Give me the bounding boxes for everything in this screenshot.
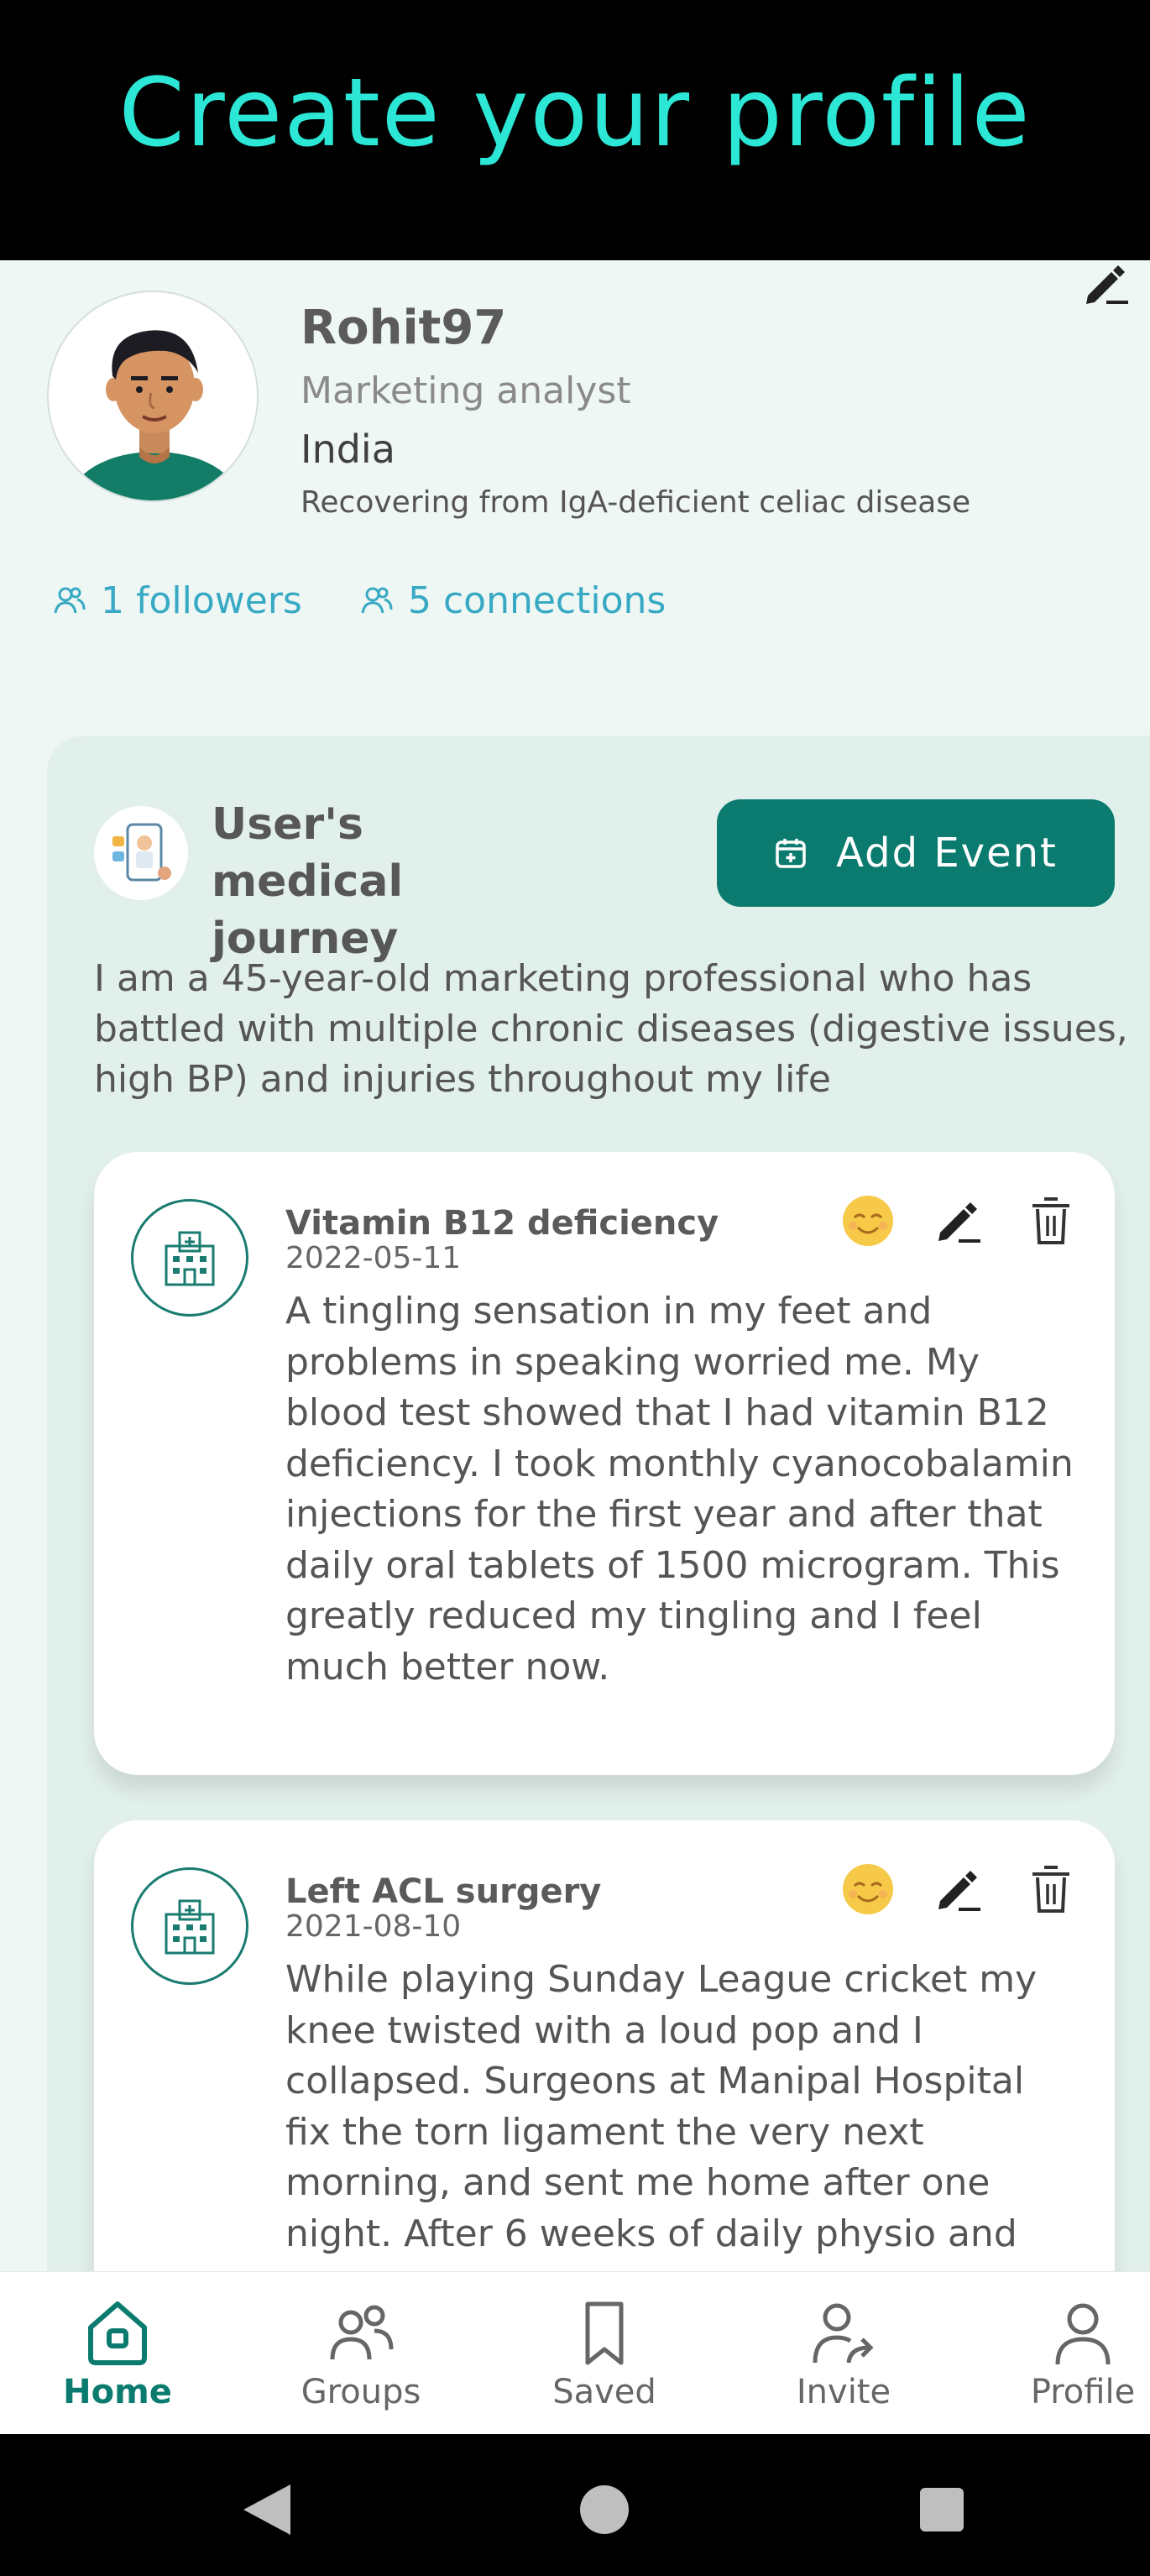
nav-invite-label: Invite [796,2373,891,2411]
nav-invite[interactable]: Invite [772,2272,915,2435]
avatar-illustration [71,330,238,500]
add-event-button[interactable]: Add Event [717,799,1115,907]
nav-profile[interactable]: Profile [1016,2272,1150,2435]
pencil-icon[interactable] [933,1864,984,1914]
add-event-label: Add Event [836,830,1058,877]
journey-title: User's medical journey [212,799,404,964]
nav-saved[interactable]: Saved [537,2272,672,2435]
trash-icon[interactable] [1027,1862,1074,1916]
recents-icon[interactable] [920,2488,964,2531]
bottom-navigation: Home Groups Saved Invite Profile [0,2271,1150,2434]
pencil-icon[interactable] [933,1196,984,1246]
home-circle-icon[interactable] [580,2485,629,2534]
back-icon[interactable] [243,2484,290,2535]
event-description: A tingling sensation in my feet and prob… [285,1290,1074,1689]
nav-profile-label: Profile [1030,2373,1136,2411]
smiley-icon[interactable] [841,1194,895,1248]
banner-title: Create your profile [118,59,1032,168]
event-card[interactable]: Left ACL surgery 2021-08-10 While playin… [94,1820,1115,2271]
profile-username: Rohit97 [301,301,507,355]
calendar-plus-icon [776,839,806,868]
smiley-icon[interactable] [841,1862,895,1916]
nav-home[interactable]: Home [59,2272,176,2435]
nav-home-label: Home [63,2373,172,2411]
journey-description: I am a 45-year-old marketing professiona… [94,957,1128,1101]
connections-count: 5 connections [408,579,666,622]
avatar[interactable] [47,291,259,502]
profile-screen: Rohit97 Marketing analyst India Recoveri… [0,260,1150,2271]
followers-link[interactable]: 1 followers [54,579,302,622]
event-date: 2022-05-11 [285,1241,462,1275]
profile-country: India [301,427,395,472]
people-icon [54,587,86,613]
profile-icon [1055,2303,1111,2365]
hospital-icon [131,1867,248,1985]
groups-icon [330,2305,394,2360]
event-title: Vitamin B12 deficiency [285,1204,719,1243]
invite-icon [813,2303,874,2364]
followers-count: 1 followers [101,579,302,622]
profile-condition: Recovering from IgA-deficient celiac dis… [301,485,971,520]
nav-saved-label: Saved [552,2373,656,2411]
people-icon [361,587,393,613]
system-nav-buttons [243,2484,964,2535]
nav-groups[interactable]: Groups [285,2272,436,2435]
profile-job-title: Marketing analyst [301,369,631,412]
system-navigation-bar [0,2434,1150,2576]
event-description: While playing Sunday League cricket my k… [285,1958,1038,2255]
event-title: Left ACL surgery [285,1872,602,1911]
connections-link[interactable]: 5 connections [361,579,666,622]
home-icon [88,2301,147,2365]
bookmark-icon [585,2301,624,2365]
nav-groups-label: Groups [301,2373,421,2411]
edit-profile-pencil-icon[interactable] [1081,260,1132,307]
hospital-icon [131,1199,248,1317]
event-card[interactable]: Vitamin B12 deficiency 2022-05-11 A ting… [94,1152,1115,1775]
medical-journey-section: User's medical journey Add Event I am a … [47,736,1150,2271]
trash-icon[interactable] [1027,1194,1074,1248]
promo-banner: Create your profile [0,0,1150,260]
event-date: 2021-08-10 [285,1909,462,1944]
doctor-app-icon [94,806,188,900]
